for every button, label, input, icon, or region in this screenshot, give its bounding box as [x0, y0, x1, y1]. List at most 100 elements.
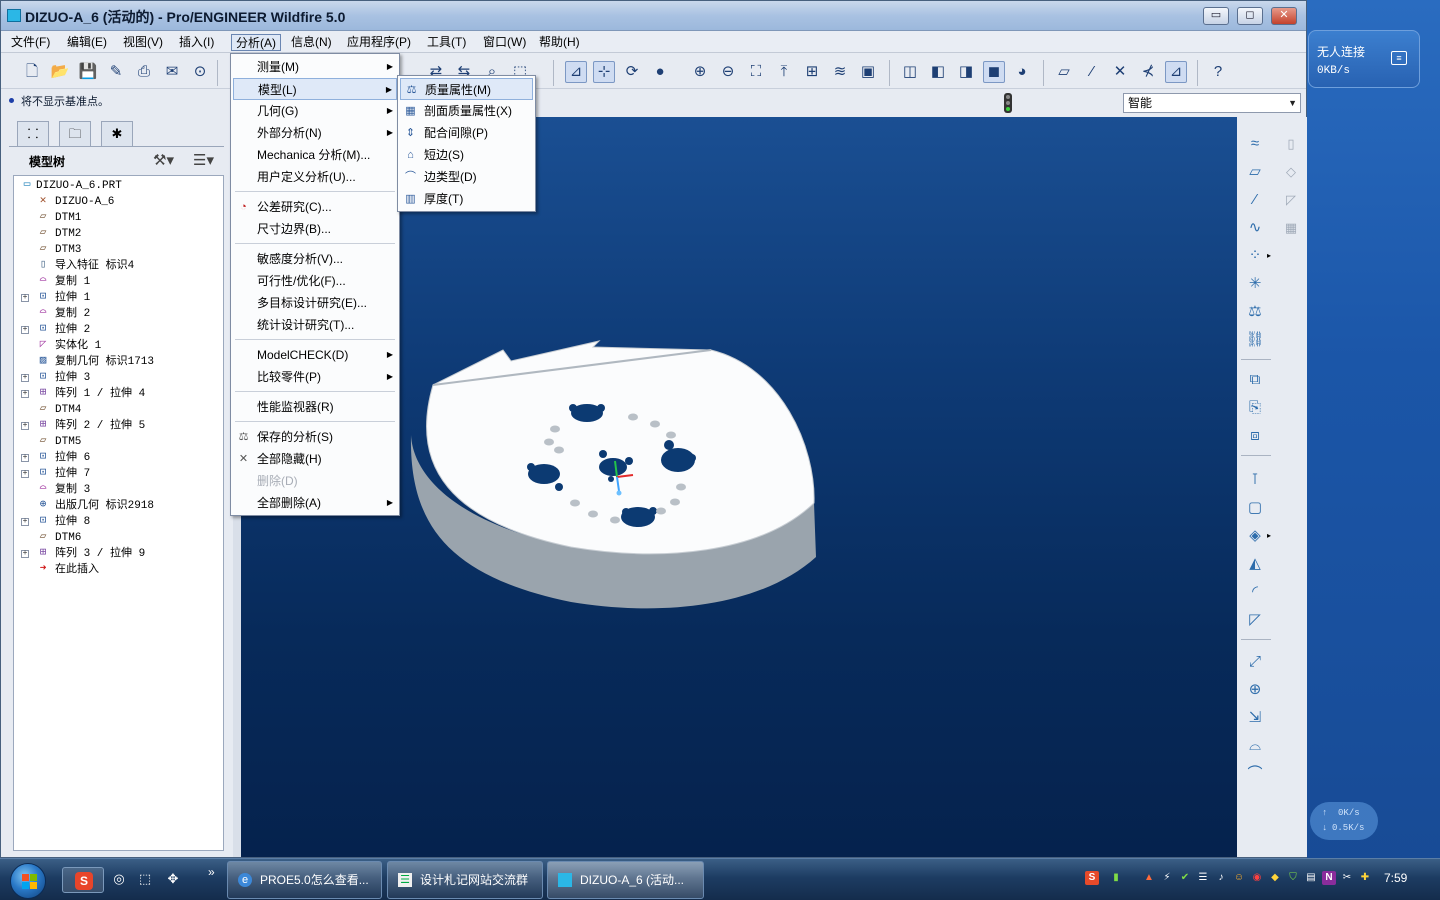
extrude-tool-icon[interactable]: ⊺	[1243, 469, 1267, 493]
no-hidden-icon[interactable]: ◨	[955, 61, 977, 83]
battery-icon[interactable]: ▮	[1109, 871, 1123, 885]
task-chat[interactable]: ☰ 设计札记网站交流群	[387, 861, 543, 899]
tree-item[interactable]: + ⊡ 拉伸 6	[14, 450, 223, 466]
analysis-menu-item[interactable]: ⚖ 保存的分析(S)	[233, 426, 397, 448]
round-tool-icon[interactable]: ◜	[1243, 581, 1267, 605]
explorer-icon[interactable]: ⬚	[136, 870, 154, 888]
tree-item[interactable]: ▱ DTM6	[14, 530, 223, 546]
tool-icon[interactable]: ✥	[164, 870, 182, 888]
refit-icon[interactable]: ⛶	[745, 61, 767, 83]
chamfer-tool-icon[interactable]: ◸	[1243, 609, 1267, 633]
menu-file[interactable]: 文件(F)	[7, 34, 54, 51]
layers-icon[interactable]: ≋	[829, 61, 851, 83]
expand-toggle-icon[interactable]: +	[21, 422, 29, 430]
tree-settings-icon[interactable]: ⚒▾	[153, 151, 174, 169]
clock[interactable]: 7:59	[1384, 871, 1407, 885]
copy-tool-icon[interactable]: ⧉	[1243, 369, 1267, 393]
datum-axis-tool-icon[interactable]: ⁄	[1243, 189, 1267, 213]
desktop-icon[interactable]: ◎	[110, 870, 128, 888]
tree-item[interactable]: ▱ DTM2	[14, 226, 223, 242]
enhanced-realism-icon[interactable]: ◕	[1011, 61, 1033, 83]
analysis-menu-item[interactable]: 全部删除(A) ▶	[233, 492, 397, 514]
model-submenu-item[interactable]: ▥ 厚度(T)	[400, 188, 533, 210]
speed-widget[interactable]: ↑ 0K/s ↓ 0.5K/s	[1310, 802, 1378, 840]
volume-icon[interactable]: ♪	[1214, 871, 1228, 885]
revolve-tool-icon[interactable]: ◈	[1243, 525, 1267, 549]
expand-toggle-icon[interactable]: +	[21, 294, 29, 302]
analysis-menu-item[interactable]: 多目标设计研究(E)...	[233, 292, 397, 314]
zoom-in-icon[interactable]: ⊕	[689, 61, 711, 83]
tree-item[interactable]: ▯ 导入特征 标识4	[14, 258, 223, 274]
view-manager-icon[interactable]: ▣	[857, 61, 879, 83]
analysis-menu-item[interactable]: 可行性/优化(F)...	[233, 270, 397, 292]
expand-toggle-icon[interactable]: +	[21, 390, 29, 398]
tree-item[interactable]: + ⊡ 拉伸 2	[14, 322, 223, 338]
maximize-button[interactable]: ◻	[1237, 7, 1263, 25]
tree-item[interactable]: ⌓ 复制 1	[14, 274, 223, 290]
context-help-icon[interactable]: ?	[1207, 61, 1229, 83]
tree-columns-icon[interactable]: ☰▾	[193, 151, 214, 169]
model-submenu-item[interactable]: ⚖ 质量属性(M)	[400, 78, 533, 100]
analysis-menu-item[interactable]: ModelCHECK(D) ▶	[233, 344, 397, 366]
expand-toggle-icon[interactable]: +	[21, 470, 29, 478]
menu-view[interactable]: 视图(V)	[119, 34, 167, 51]
analysis-menu-item[interactable]: 几何(G) ▶	[233, 100, 397, 122]
coordinate-system-tool-icon[interactable]: ✳	[1243, 273, 1267, 297]
tree-item[interactable]: ⌓ 复制 2	[14, 306, 223, 322]
analysis-menu-item[interactable]: 模型(L) ▶	[233, 78, 397, 100]
orient-mode-icon[interactable]: ⟳	[621, 61, 643, 83]
tree-item[interactable]: + ⊞ 阵列 3 / 拉伸 9	[14, 546, 223, 562]
style-tool-icon[interactable]: ⌒	[1243, 763, 1267, 787]
paste-tool-icon[interactable]: ⎘	[1243, 397, 1267, 421]
close-button[interactable]: ✕	[1271, 7, 1297, 25]
tree-item[interactable]: ▱ DTM3	[14, 242, 223, 258]
expand-toggle-icon[interactable]: +	[21, 454, 29, 462]
datum-point-tool-icon[interactable]: ⁘	[1243, 245, 1267, 269]
boundary-blend-icon[interactable]: ⌓	[1243, 735, 1267, 759]
analysis-menu-item[interactable]: 测量(M) ▶	[233, 56, 397, 78]
menu-applications[interactable]: 应用程序(P)	[343, 34, 415, 51]
datum-axes-toggle-icon[interactable]: ⁄	[1081, 61, 1103, 83]
email-icon[interactable]: ✉	[161, 61, 183, 83]
menu-edit[interactable]: 编辑(E)	[63, 34, 111, 51]
tab-folder-browser[interactable]: 🗀	[59, 121, 91, 147]
datum-points-toggle-icon[interactable]: ✕	[1109, 61, 1131, 83]
tree-item[interactable]: ▱ DTM1	[14, 210, 223, 226]
expand-toggle-icon[interactable]: +	[21, 550, 29, 558]
pattern-tool-icon[interactable]: ⇲	[1243, 707, 1267, 731]
send-link-icon[interactable]: ⊙	[189, 61, 211, 83]
menu-insert[interactable]: 插入(I)	[175, 34, 218, 51]
task-browser[interactable]: e PROE5.0怎么查看...	[227, 861, 382, 899]
tree-item[interactable]: + ⊡ 拉伸 7	[14, 466, 223, 482]
security-shield-icon[interactable]: ⛉	[1286, 871, 1300, 885]
new-file-icon[interactable]: 🗋	[21, 61, 43, 83]
tree-item[interactable]: + ⊡ 拉伸 3	[14, 370, 223, 386]
network-panel-icon[interactable]: ≡	[1391, 51, 1407, 65]
model-tree[interactable]: ▭ DIZUO-A_6.PRT ✕ DIZUO-A_6 ▱ DTM1 ▱ DTM2 ▱ DTM3 ▯…	[13, 175, 224, 851]
title-bar[interactable]: DIZUO-A_6 (活动的) - Pro/ENGINEER Wildfire …	[1, 1, 1306, 31]
menu-window[interactable]: 窗口(W)	[479, 34, 530, 51]
expand-toggle-icon[interactable]: +	[21, 518, 29, 526]
rib-tool-icon[interactable]: ⊕	[1243, 679, 1267, 703]
tray-tools-icon[interactable]: ✂	[1340, 871, 1354, 885]
draft-tool-icon[interactable]: ◭	[1243, 553, 1267, 577]
tray-alert-icon[interactable]: ▲	[1142, 871, 1156, 885]
datum-planes-toggle-icon[interactable]: ▱	[1053, 61, 1075, 83]
shell-tool-icon[interactable]: ▢	[1243, 497, 1267, 521]
network-widget[interactable]: 无人连接 0KB/s ≡	[1308, 30, 1420, 88]
tree-item[interactable]: ◸ 实体化 1	[14, 338, 223, 354]
tree-item[interactable]: ⊕ 出版几何 标识2918	[14, 498, 223, 514]
model-submenu-item[interactable]: ▦ 剖面质量属性(X)	[400, 100, 533, 122]
start-button[interactable]	[10, 863, 46, 899]
antivirus-icon[interactable]: ◉	[1250, 871, 1264, 885]
datum-curve-tool-icon[interactable]: ∿	[1243, 217, 1267, 241]
tree-item[interactable]: ▭ DIZUO-A_6.PRT	[14, 178, 223, 194]
print-icon[interactable]: ⎙	[133, 61, 155, 83]
model-submenu-item[interactable]: ⌒ 边类型(D)	[400, 166, 533, 188]
chain-tool-icon[interactable]: ⛓	[1243, 329, 1267, 353]
datum-display-icon[interactable]: ⊿	[565, 61, 587, 83]
sogou-tray-icon[interactable]: S	[1085, 871, 1099, 885]
spin-center-icon[interactable]: ⊹	[593, 61, 615, 83]
tray-check-icon[interactable]: ✔	[1178, 871, 1192, 885]
tree-item[interactable]: ▱ DTM5	[14, 434, 223, 450]
